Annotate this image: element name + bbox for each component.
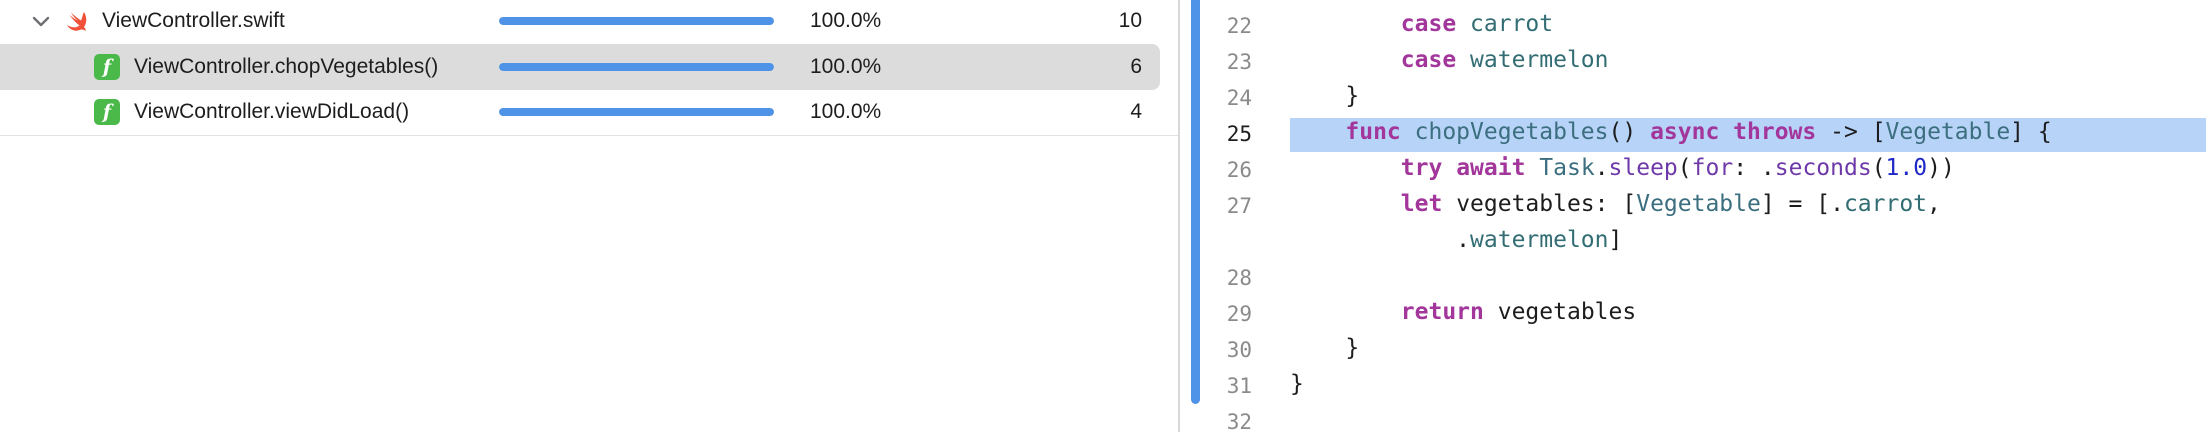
code-line-30: } [1290,335,1359,361]
code-token: . [1594,155,1609,181]
line-number: 28 [1226,266,1252,290]
call-tree-row-viewdidload[interactable]: f ViewController.viewDidLoad() 100.0% 4 [0,89,1178,135]
row-label: ViewController.swift [102,9,285,32]
code-token: } [1290,371,1304,397]
line-number: 29 [1226,302,1252,326]
progress-bar [499,63,774,71]
code-token: case [1400,11,1457,37]
code-token: Vegetable [1636,191,1761,217]
code-token: vegetables [1497,299,1637,325]
code-token: 1.0 [1885,155,1928,181]
code-token: Vegetable [1885,119,2011,145]
code-token: ( [1677,155,1692,181]
line-number: 24 [1226,86,1252,110]
code-line-27-wrap: .watermelon] [1290,227,1622,253]
code-token: return [1400,299,1484,325]
code-token: [ [1622,191,1637,217]
code-line-25: func chopVegetables() async throws -> [V… [1290,119,2052,145]
row-label: ViewController.viewDidLoad() [134,100,410,123]
code-token: carrot [1843,191,1928,217]
code-token: carrot [1470,11,1554,37]
code-line-24: } [1290,83,1359,109]
code-token: -> [1830,119,1858,145]
call-tree-row-chopvegetables[interactable]: f ViewController.chopVegetables() 100.0%… [0,44,1178,90]
line-number: 32 [1226,410,1252,432]
call-tree-row-file[interactable]: ViewController.swift 100.0% 10 [0,0,1178,44]
code-token: chopVegetables [1414,119,1609,145]
code-token: watermelon [1470,47,1609,73]
line-number: 23 [1226,50,1252,74]
code-token: ] { [2010,119,2052,145]
code-token: await [1456,155,1526,181]
percent-value: 100.0% [810,9,882,32]
code-token: . [1456,227,1471,253]
line-number: 30 [1226,338,1252,362]
sample-count: 6 [1130,55,1142,78]
list-separator [0,135,1178,136]
code-token: sleep [1608,155,1678,181]
line-number: 31 [1226,374,1252,398]
code-token: } [1345,335,1360,361]
code-token: throws [1733,119,1817,145]
function-icon: f [94,99,120,125]
swift-file-icon [67,12,87,31]
code-token: async [1650,119,1720,145]
code-token: Task [1539,155,1595,181]
code-token: case [1400,47,1457,73]
line-number: 22 [1226,14,1252,38]
chevron-down-icon[interactable] [30,10,52,32]
percent-value: 100.0% [810,100,882,123]
code-line-27: let vegetables: [Vegetable] = [.carrot, [1290,191,1941,217]
code-line-29: return vegetables [1290,299,1636,325]
code-token: vegetables: [1456,191,1623,217]
code-line-23: case watermelon [1290,47,1609,73]
code-token: } [1345,83,1360,109]
code-token: )) [1927,155,1955,181]
code-token: () [1608,119,1651,145]
code-token: try [1400,155,1443,181]
code-token: watermelon [1470,227,1609,253]
row-label: ViewController.chopVegetables() [134,55,439,78]
code-token: for [1691,155,1734,181]
code-token: : . [1733,155,1775,181]
code-token: [ [1871,119,1886,145]
code-token: ( [1871,155,1886,181]
line-number-active: 25 [1226,122,1252,146]
progress-fill [499,17,774,25]
code-token: ] = [. [1760,191,1844,217]
sample-count: 4 [1130,100,1142,123]
progress-fill [499,108,774,116]
call-tree-pane: ViewController.swift 100.0% 10 f ViewCon… [0,0,1178,432]
source-editor[interactable]: 22 23 24 25 26 27 28 29 30 31 32 case ca… [1180,0,2206,432]
code-token: let [1400,191,1443,217]
code-line-26: try await Task.sleep(for: .seconds(1.0)) [1290,155,1955,181]
code-line-22: case carrot [1290,11,1553,37]
line-number: 27 [1226,194,1252,218]
percent-value: 100.0% [810,55,882,78]
line-number: 26 [1226,158,1252,182]
code-token: , [1927,191,1941,217]
code-token: func [1345,119,1401,145]
scroll-indicator[interactable] [1191,0,1200,404]
sample-count: 10 [1118,9,1142,32]
code-token: ] [1608,227,1623,253]
code-token: seconds [1774,155,1872,181]
progress-fill [499,63,774,71]
progress-bar [499,108,774,116]
progress-bar [499,17,774,25]
code-line-31: } [1290,371,1304,397]
function-icon: f [94,54,120,80]
